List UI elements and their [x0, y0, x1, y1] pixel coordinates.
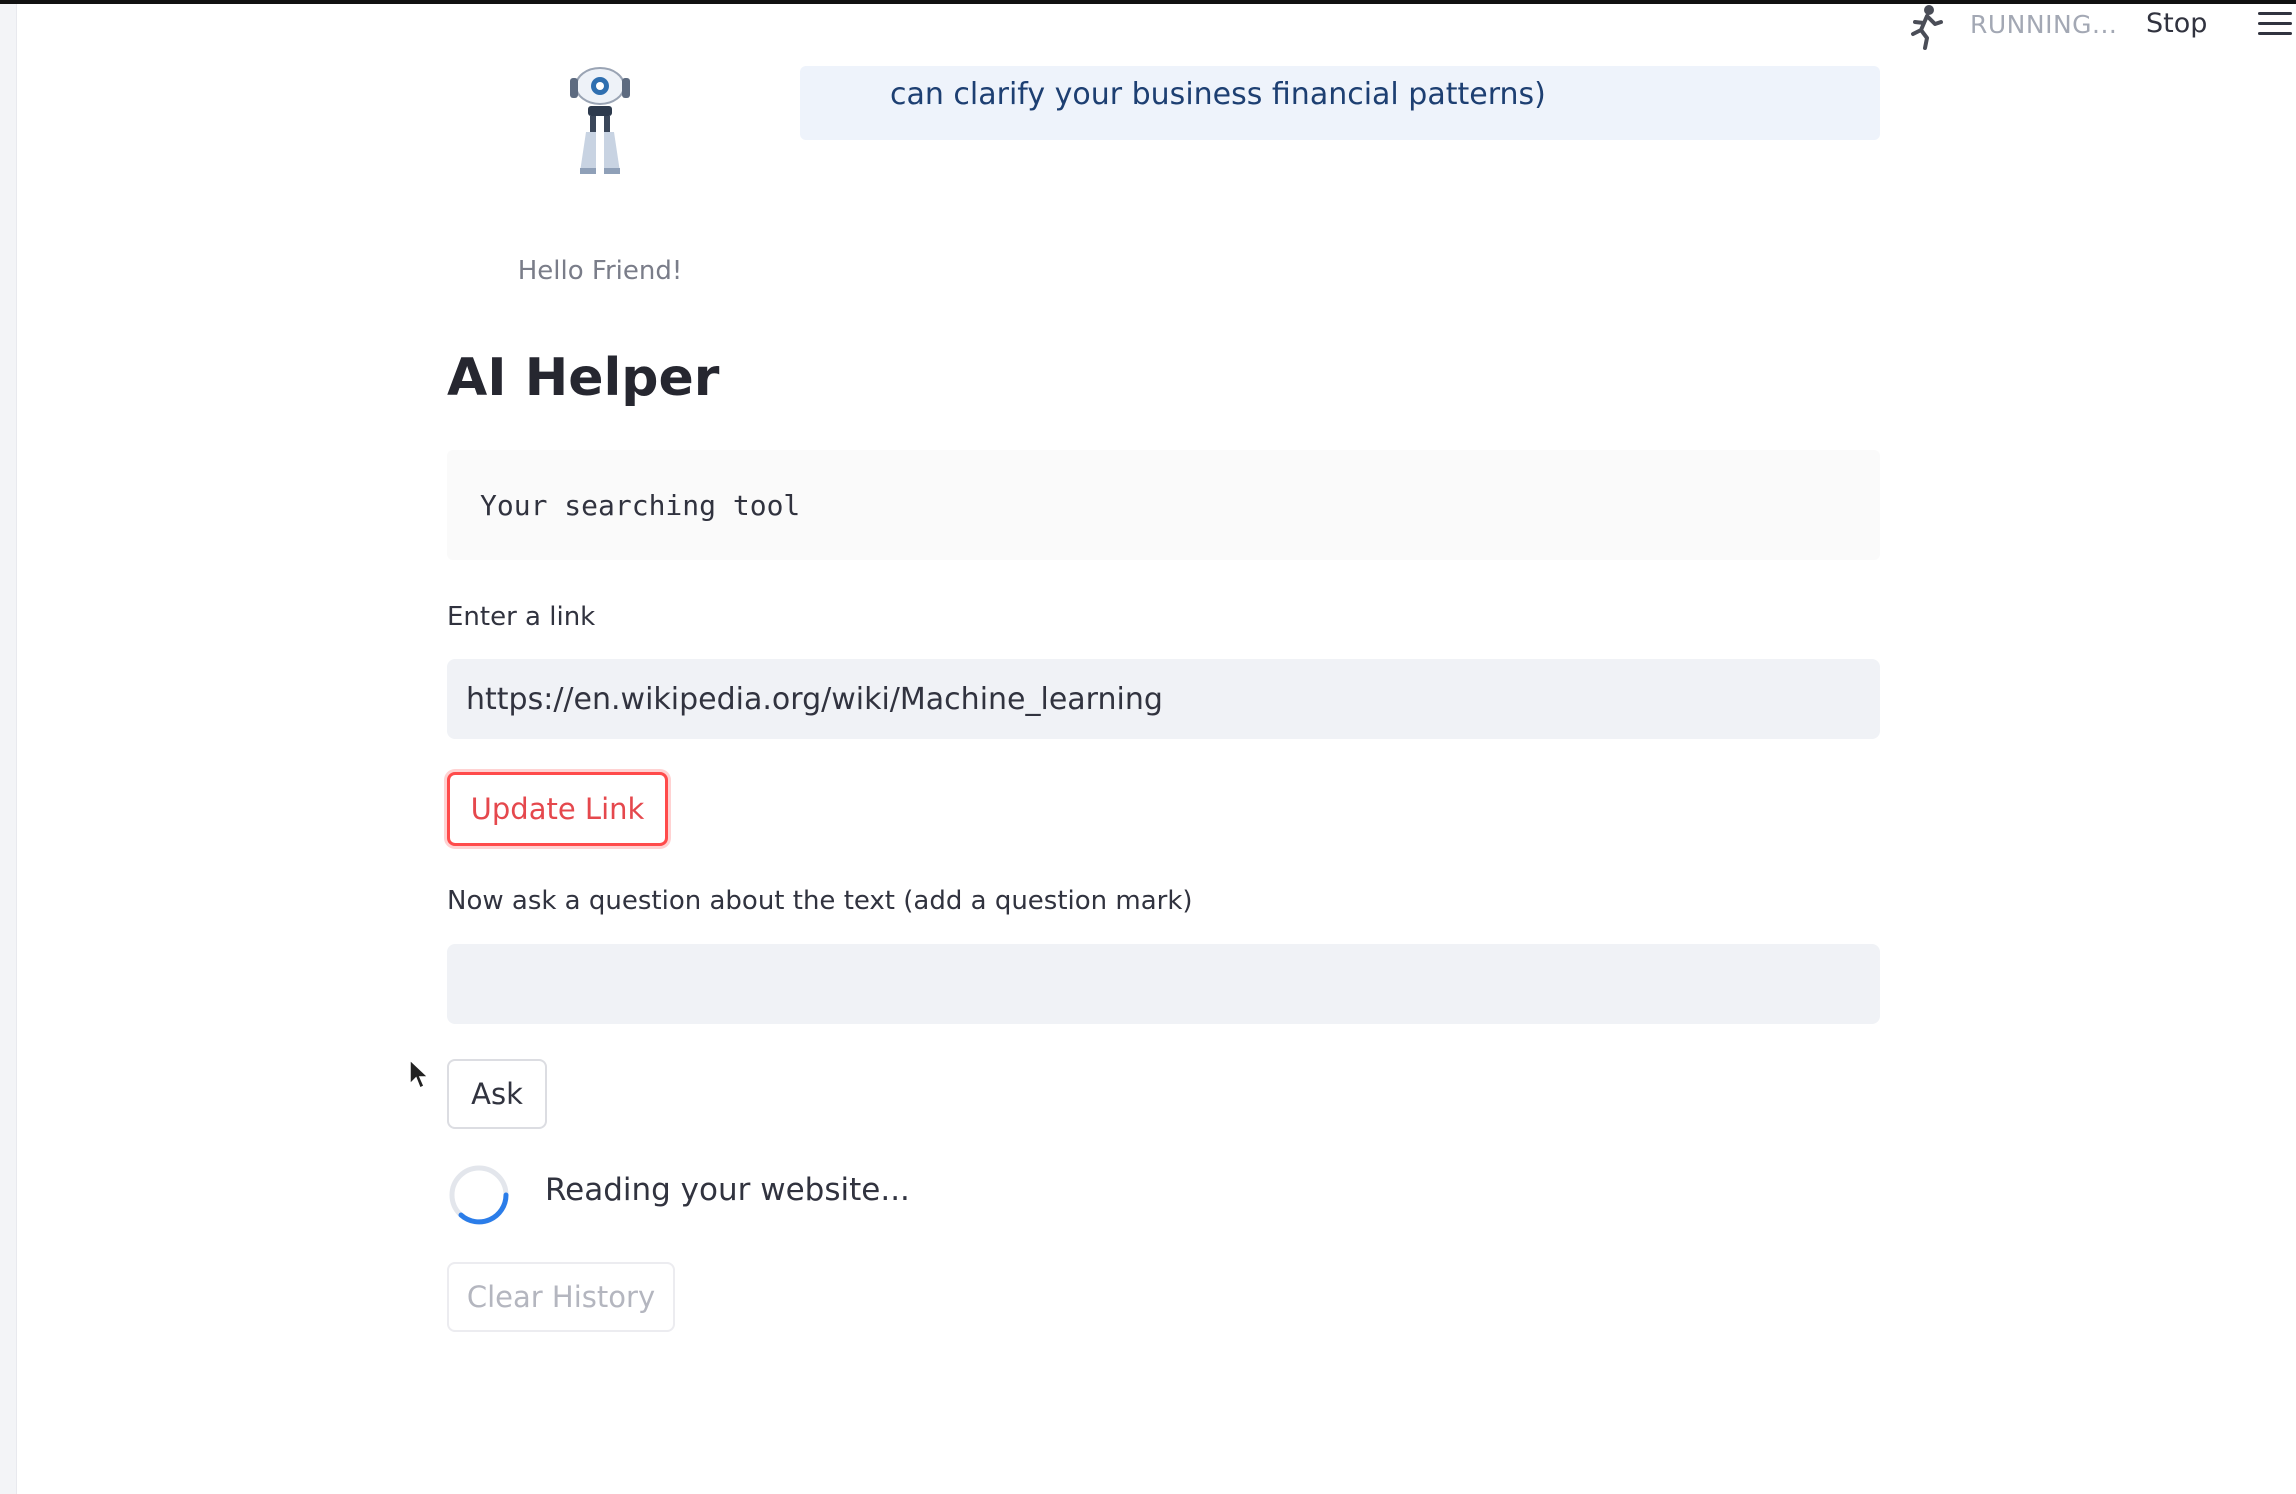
code-block: Your searching tool [447, 450, 1880, 560]
running-status: RUNNING... [1970, 10, 2118, 39]
info-alert: can clarify your business financial patt… [800, 66, 1880, 140]
mouse-cursor-icon [409, 1058, 430, 1090]
link-input-label: Enter a link [447, 602, 596, 632]
info-text: can clarify your business financial patt… [890, 76, 1546, 112]
top-border [0, 0, 2296, 4]
sidebar-edge [0, 4, 17, 1494]
update-link-button[interactable]: Update Link [447, 772, 668, 846]
greeting-text: Hello Friend! [517, 256, 683, 286]
running-man-icon [1911, 5, 1943, 50]
spinner-icon [449, 1165, 509, 1225]
page-title: AI Helper [447, 348, 720, 408]
spinner-text: Reading your website... [545, 1172, 910, 1208]
robot-icon [570, 67, 630, 174]
hamburger-menu-icon[interactable] [2258, 12, 2292, 38]
question-input[interactable] [447, 944, 1880, 1024]
ask-button[interactable]: Ask [447, 1059, 547, 1129]
question-input-label: Now ask a question about the text (add a… [447, 886, 1193, 916]
code-text: Your searching tool [480, 488, 801, 522]
stop-button[interactable]: Stop [2146, 8, 2207, 39]
link-input[interactable] [447, 659, 1880, 739]
clear-history-button[interactable]: Clear History [447, 1262, 675, 1332]
